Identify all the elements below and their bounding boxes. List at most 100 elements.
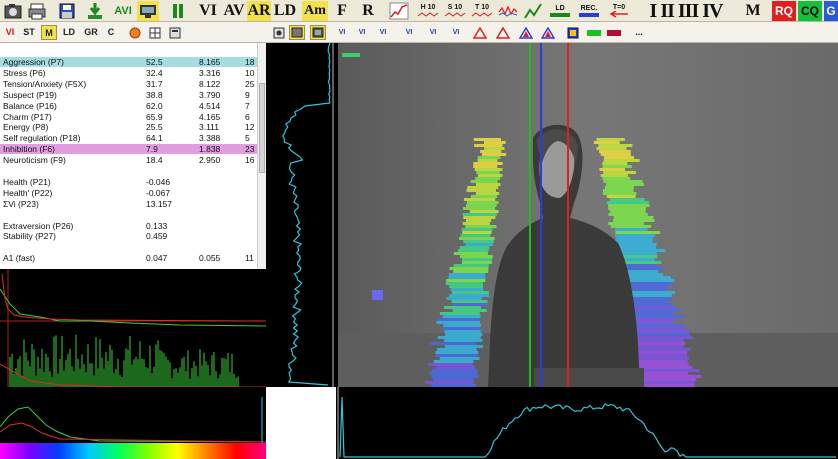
calculator-icon[interactable]: [168, 25, 182, 40]
parameter-scrollbar[interactable]: [257, 43, 266, 269]
t10-button[interactable]: T 10: [470, 1, 494, 21]
triangle-icon-1[interactable]: [472, 25, 488, 40]
vi-10-button-1[interactable]: VI: [374, 25, 392, 40]
rec-label: REC.: [580, 4, 598, 12]
image-icon[interactable]: [310, 25, 326, 40]
target-icon[interactable]: [272, 25, 286, 40]
t0-label: T=0: [612, 4, 626, 11]
rq-button[interactable]: RQ: [772, 1, 796, 21]
camera-icon[interactable]: [2, 1, 24, 21]
disk-icon[interactable]: [56, 1, 78, 21]
parameter-value: 13.157: [146, 198, 172, 209]
pause-icon[interactable]: [170, 1, 186, 21]
parameter-row[interactable]: Health' (P22) -0.067: [0, 188, 258, 198]
parameter-value: 23: [245, 144, 255, 155]
roman-mode-buttons[interactable]: I II III IV: [640, 0, 732, 22]
parameter-row[interactable]: [0, 210, 258, 220]
ld-mode-button[interactable]: LD: [273, 1, 297, 21]
parameter-value: 18: [245, 57, 255, 67]
parameter-value: 0.459: [146, 231, 168, 242]
parameter-value: 18.4: [146, 155, 163, 166]
parameter-row[interactable]: Tension/Anxiety (F5X) 31.7 8.122 25: [0, 79, 258, 89]
avi-button[interactable]: AVI: [110, 1, 136, 21]
parameter-value: 52.5: [146, 57, 163, 67]
vi-z-button-1[interactable]: VI: [333, 25, 351, 40]
video-frame[interactable]: [338, 43, 838, 387]
tab-st[interactable]: ST: [20, 25, 38, 40]
more-button[interactable]: ...: [633, 25, 645, 40]
parameter-row[interactable]: Neuroticism (F9) 18.4 2.950 16: [0, 155, 258, 165]
parameter-value: 4.514: [199, 100, 221, 111]
parameter-row[interactable]: [0, 242, 258, 252]
rec-button[interactable]: REC.: [576, 1, 602, 21]
av-mode-button[interactable]: AV: [222, 1, 246, 21]
t0-button[interactable]: T=0: [606, 1, 632, 21]
tab-gr[interactable]: GR: [81, 25, 101, 40]
f-mode-button[interactable]: F: [332, 1, 352, 21]
parameter-row[interactable]: Self regulation (P18) 64.1 3.388 5: [0, 133, 258, 143]
red-bar-icon[interactable]: [606, 25, 622, 40]
graph-icon[interactable]: [388, 1, 410, 21]
parameter-value: 10: [245, 67, 255, 78]
triangle-icon-4[interactable]: [540, 25, 556, 40]
parameter-value: 7.9: [146, 144, 158, 155]
parameter-value: 9: [245, 89, 250, 100]
vi-n-button-2[interactable]: VI: [447, 25, 465, 40]
parameter-row[interactable]: A1 (fast) 0.047 0.055 11: [0, 253, 258, 263]
h10-button[interactable]: H 10: [416, 1, 440, 21]
parameter-row[interactable]: Balance (P16) 62.0 4.514 7: [0, 101, 258, 111]
fill-icon[interactable]: [566, 25, 580, 40]
ar-mode-button[interactable]: AR: [247, 1, 271, 21]
g-button[interactable]: G: [824, 1, 838, 21]
corner-marker: [342, 53, 360, 57]
tab-ld[interactable]: LD: [60, 25, 78, 40]
color-scale-bar: [0, 443, 266, 459]
parameter-row[interactable]: Charm (P17) 65.9 4.165 6: [0, 112, 258, 122]
vi-n-button-1[interactable]: VI: [424, 25, 442, 40]
cq-button[interactable]: CQ: [798, 1, 822, 21]
parameter-row[interactable]: Energy (P8) 25.5 3.111 12: [0, 122, 258, 132]
parameter-row[interactable]: Aggression (P7) 52.5 8.165 18: [0, 57, 258, 67]
print-icon[interactable]: [26, 1, 48, 21]
parameter-row[interactable]: Extraversion (P26) 0.133: [0, 221, 258, 231]
record-icon[interactable]: [128, 25, 142, 40]
spectrum-graph-bottom-svg: [0, 397, 267, 443]
frame-icon[interactable]: [289, 25, 305, 40]
grid-icon[interactable]: [148, 25, 162, 40]
parameter-name: Extraversion (P26): [3, 220, 74, 231]
parameter-name: Health' (P22): [3, 187, 53, 198]
parameter-value: 65.9: [146, 111, 163, 122]
tab-c[interactable]: C: [105, 25, 117, 40]
r-mode-button[interactable]: R: [358, 1, 378, 21]
scrollbar-thumb[interactable]: [259, 83, 265, 173]
parameter-row[interactable]: Stability (P27) 0.459: [0, 231, 258, 241]
green-bar-icon[interactable]: [586, 25, 602, 40]
vi-z-button-2[interactable]: VI: [353, 25, 371, 40]
vi-mode-button[interactable]: VI: [196, 1, 220, 21]
monitor-icon[interactable]: [137, 1, 159, 21]
triangle-icon-3[interactable]: [518, 25, 534, 40]
parameter-name: Self regulation (P18): [3, 133, 81, 144]
parameter-row[interactable]: Health (P21) -0.046: [0, 177, 258, 187]
parameter-row[interactable]: Inhibition (F6) 7.9 1.838 23: [0, 144, 258, 155]
trend-icon[interactable]: [522, 1, 544, 21]
m-mode-button[interactable]: M: [742, 1, 764, 21]
am-mode-button[interactable]: Am: [302, 1, 328, 21]
spectrum-graph-bottom: [0, 387, 267, 443]
parameter-value: 3.111: [199, 122, 220, 133]
wave-icon[interactable]: [497, 1, 519, 21]
parameter-row[interactable]: [0, 166, 258, 176]
download-icon[interactable]: [84, 1, 106, 21]
h10-label: H 10: [420, 4, 436, 11]
tab-vi[interactable]: VI: [2, 25, 18, 40]
parameter-row[interactable]: Stress (P6) 32.4 3.316 10: [0, 68, 258, 78]
ld-small-button[interactable]: LD: [548, 1, 572, 21]
parameter-row[interactable]: ΣVi (P23) 13.157: [0, 199, 258, 209]
s10-button[interactable]: S 10: [443, 1, 467, 21]
triangle-icon-2[interactable]: [495, 25, 511, 40]
parameter-value: 3.316: [199, 67, 221, 78]
parameter-row[interactable]: Suspect (P19) 38.8 3.790 9: [0, 90, 258, 100]
tab-m[interactable]: M: [41, 25, 57, 40]
vi-10-button-2[interactable]: VI: [400, 25, 418, 40]
parameter-value: 5: [245, 133, 250, 144]
